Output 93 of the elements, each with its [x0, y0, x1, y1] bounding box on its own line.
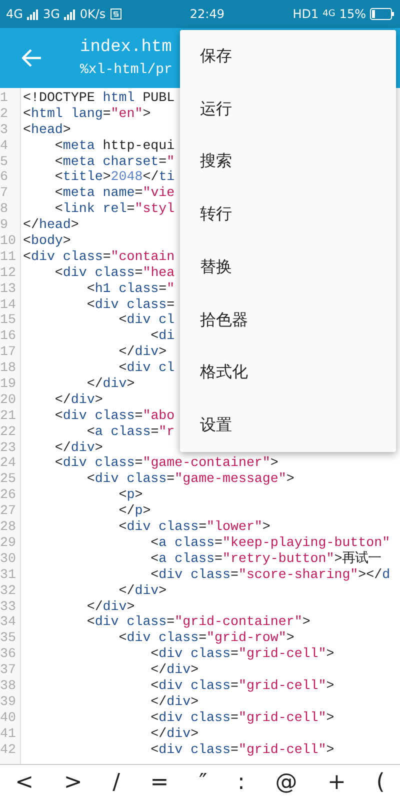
- line-number: 20: [0, 392, 17, 408]
- code-line: <div class="grid-row">: [118, 630, 294, 646]
- code-line: <a class="r: [86, 424, 175, 440]
- code-line: <div class="grid-cell">: [150, 710, 334, 726]
- line-number: 2: [0, 106, 9, 122]
- file-path: %xl-html/pr: [80, 61, 172, 80]
- line-number: 28: [0, 519, 17, 535]
- line-number: 9: [0, 217, 9, 234]
- line-number: 36: [0, 646, 17, 662]
- code-line: <div class="hea: [54, 264, 175, 281]
- code-line: <a class="keep-playing-button": [150, 534, 390, 551]
- line-number: 5: [0, 154, 9, 170]
- code-line: </p>: [118, 503, 151, 520]
- code-line: <div cl: [118, 360, 175, 376]
- line-number: 41: [0, 726, 17, 742]
- code-line: <title>2048</ti: [54, 169, 175, 186]
- file-title: index.htm: [80, 37, 172, 59]
- code-line: </div>: [150, 662, 199, 678]
- code-line: </div>: [118, 344, 167, 360]
- line-number: 24: [0, 455, 17, 472]
- line-number: 29: [0, 534, 17, 551]
- code-line: <div class="grid-cell">: [150, 742, 334, 758]
- line-number: 3: [0, 122, 9, 138]
- status-label: 4G: [322, 9, 336, 19]
- line-number: 19: [0, 376, 17, 392]
- line-number: 22: [0, 424, 17, 440]
- code-line: <h1 class=": [86, 280, 175, 297]
- code-line: <a class="retry-button">再试一: [150, 550, 382, 567]
- code-line: <div class="abo: [54, 408, 175, 424]
- code-line: </head>: [22, 217, 79, 234]
- status-label: HD1: [292, 7, 319, 21]
- code-line: <p>: [118, 487, 143, 504]
- line-number: 13: [0, 280, 17, 297]
- line-number: 4: [0, 138, 9, 154]
- line-number: 18: [0, 360, 17, 376]
- line-number: 38: [0, 678, 17, 694]
- code-line: <head>: [22, 122, 71, 138]
- line-number: 8: [0, 201, 9, 218]
- code-line: </div>: [118, 582, 167, 598]
- network-label: 3G: [42, 7, 60, 21]
- code-line: <div cl: [118, 312, 175, 328]
- line-number: 6: [0, 169, 9, 186]
- line-number: 35: [0, 630, 17, 646]
- code-line: <!DOCTYPE html PUBL: [22, 90, 175, 106]
- line-number: 33: [0, 598, 17, 614]
- code-line: <body>: [22, 233, 71, 249]
- code-line: <di: [150, 328, 175, 344]
- code-line: <div class="contain: [22, 248, 175, 265]
- code-line: <div class="grid-cell">: [150, 646, 334, 662]
- code-line: </div>: [150, 694, 199, 710]
- line-number: 32: [0, 582, 17, 598]
- line-number: 15: [0, 312, 17, 328]
- code-line: <link rel="styl: [54, 201, 175, 218]
- code-line: <div class="grid-cell">: [150, 678, 334, 694]
- line-number: 10: [0, 233, 17, 249]
- code-line: </div>: [86, 376, 135, 392]
- line-number: 25: [0, 471, 17, 488]
- line-number: 42: [0, 742, 17, 758]
- line-number: 14: [0, 296, 17, 312]
- code-line: </div>: [54, 440, 103, 456]
- line-number: 17: [0, 344, 17, 360]
- line-number: 12: [0, 264, 17, 281]
- line-number: 37: [0, 662, 17, 678]
- line-number: 30: [0, 550, 17, 567]
- code-line: <div class="game-message">: [86, 471, 294, 488]
- line-number: 11: [0, 248, 17, 265]
- line-number: 23: [0, 440, 17, 456]
- clock: 22:49: [190, 7, 224, 21]
- code-line: </div>: [150, 726, 199, 742]
- line-number: 1: [0, 90, 9, 106]
- line-number: 39: [0, 694, 17, 710]
- code-line: <div class="score-sharing"></d: [150, 566, 390, 583]
- network-label: 4G: [6, 7, 23, 21]
- code-line: <div class="lower">: [118, 519, 270, 535]
- line-number: 27: [0, 503, 17, 520]
- code-line: </div>: [54, 392, 103, 408]
- code-line: <div class="grid-container">: [86, 614, 310, 630]
- code-line: <meta name="vie: [54, 185, 175, 202]
- line-number: 16: [0, 328, 17, 344]
- code-line: </div>: [86, 598, 135, 614]
- code-line: <div class="game-container">: [54, 455, 278, 472]
- code-line: <html lang="en">: [22, 106, 151, 122]
- speed-label: 0K/s: [80, 7, 106, 21]
- line-number: 26: [0, 487, 17, 504]
- code-line: <meta http-equi: [54, 138, 175, 154]
- line-number: 34: [0, 614, 17, 630]
- code-line: <div class=: [86, 296, 175, 312]
- line-number: 31: [0, 566, 17, 583]
- code-line: <meta charset=": [54, 154, 175, 170]
- status-label: 15%: [339, 7, 366, 21]
- line-number: 40: [0, 710, 17, 726]
- line-number: 7: [0, 185, 9, 202]
- line-number: 21: [0, 408, 17, 424]
